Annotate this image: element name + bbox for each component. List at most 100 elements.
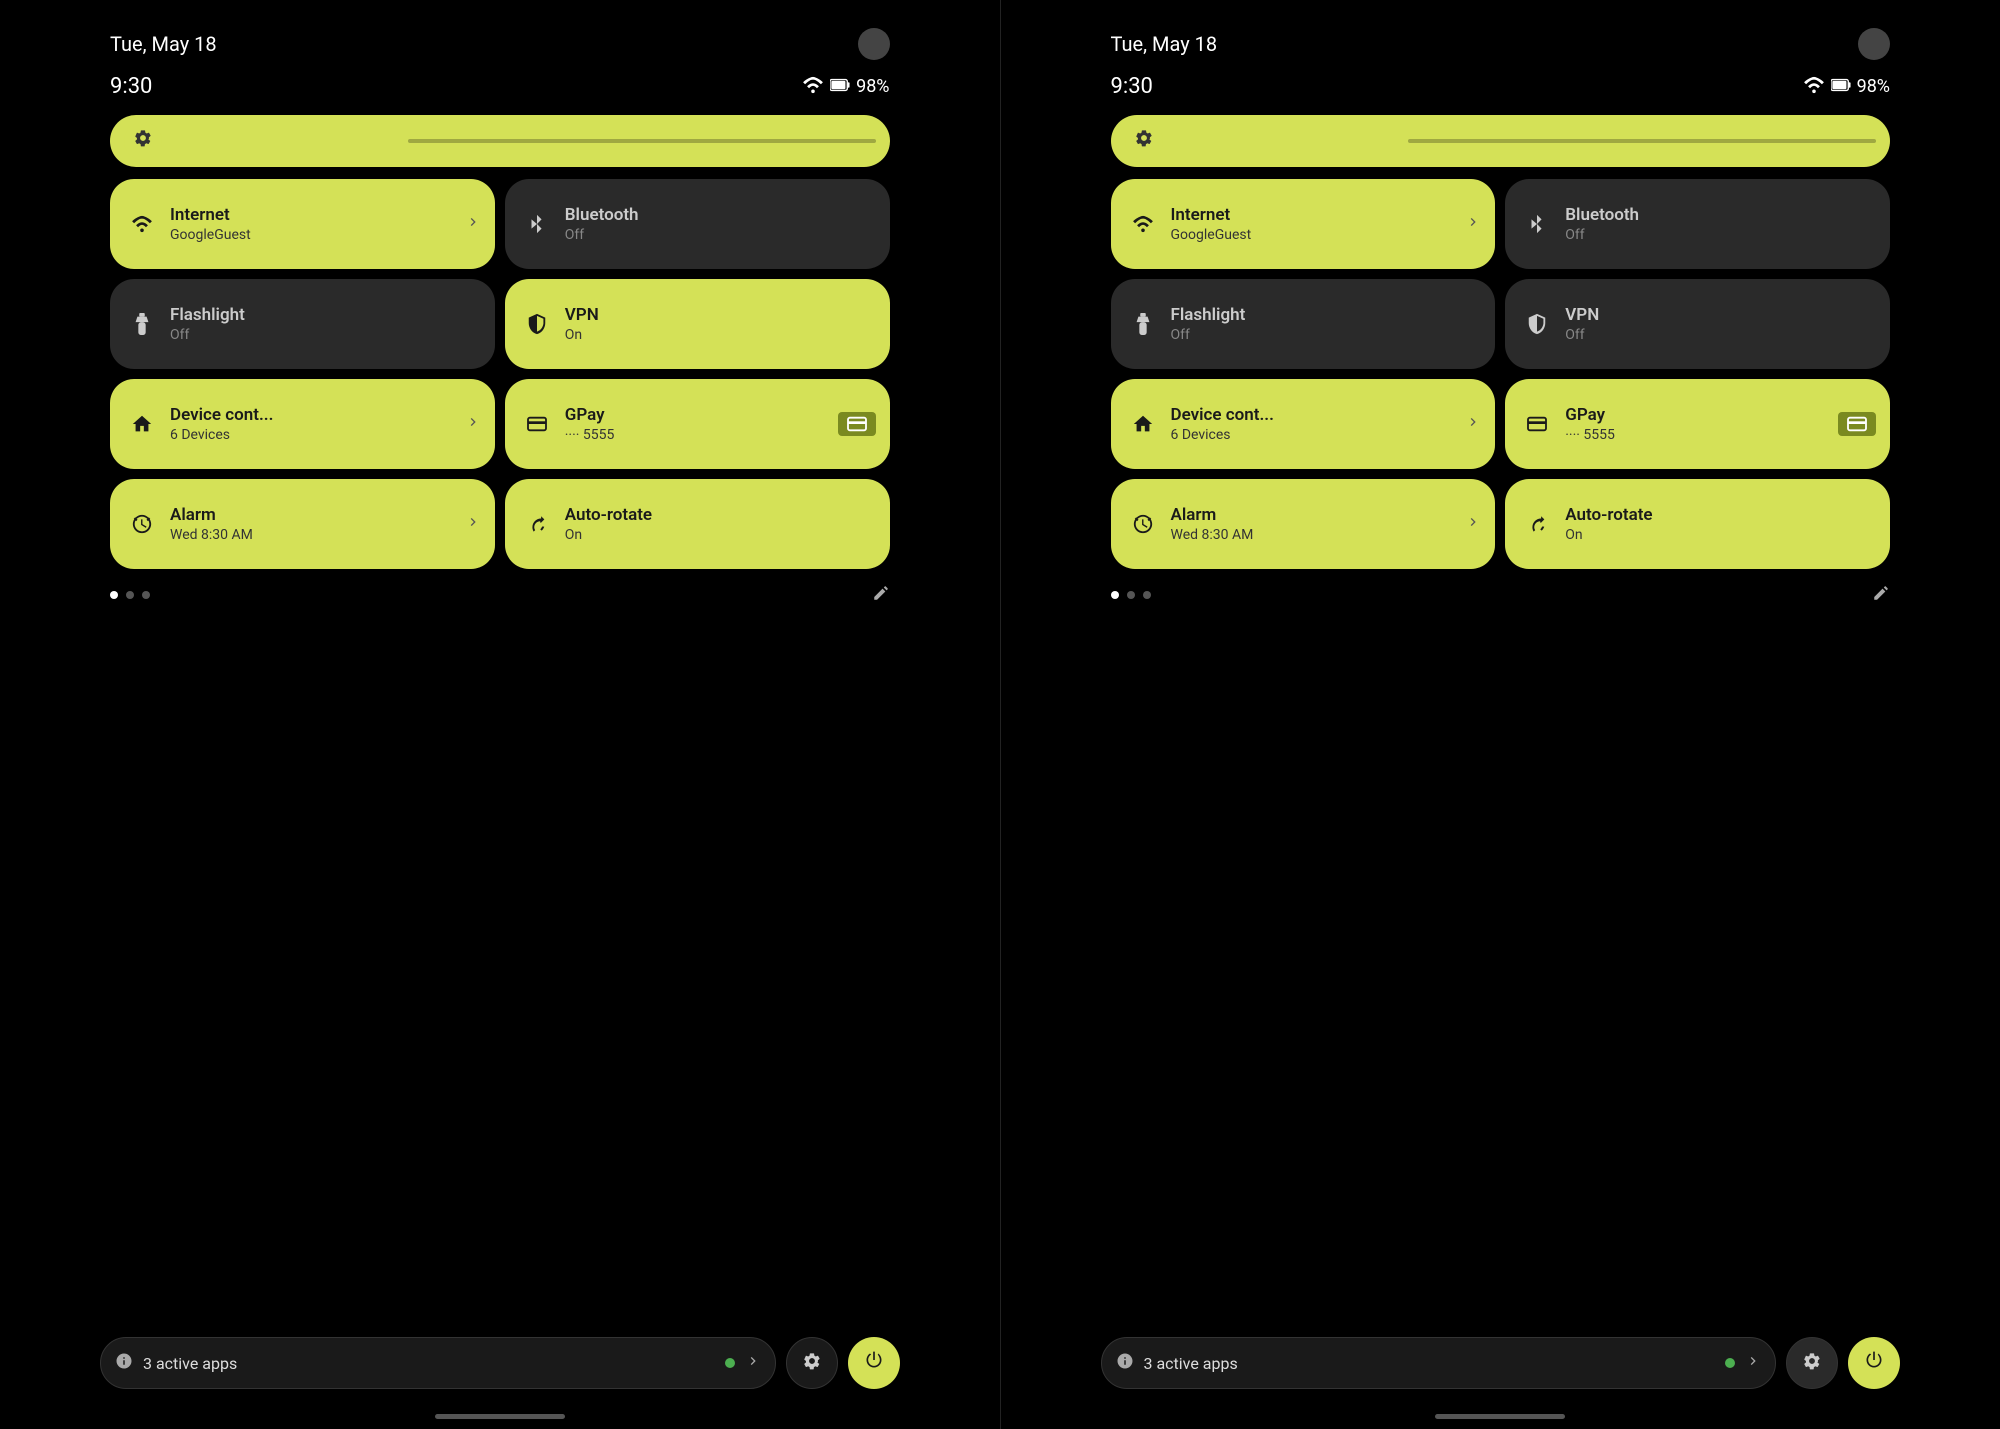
tile-bluetooth-text: BluetoothOff xyxy=(565,205,639,243)
battery-icon xyxy=(1831,76,1851,97)
tile-vpn-title: VPN xyxy=(1565,305,1599,325)
page-dots xyxy=(110,591,150,599)
edit-button[interactable] xyxy=(1872,583,1890,607)
vpn-icon xyxy=(523,313,551,335)
tile-autorotate-text: Auto-rotateOn xyxy=(565,505,652,543)
camera-pill xyxy=(858,28,890,60)
camera-pill xyxy=(1858,28,1890,60)
tile-flashlight[interactable]: FlashlightOff xyxy=(1111,279,1496,369)
tile-bluetooth[interactable]: BluetoothOff xyxy=(1505,179,1890,269)
status-date: Tue, May 18 xyxy=(1111,32,1218,56)
tile-autorotate-subtitle: On xyxy=(1565,527,1652,543)
brightness-line xyxy=(408,139,876,143)
page-dot-1[interactable] xyxy=(126,591,134,599)
status-bar: Tue, May 18 xyxy=(1101,0,1901,70)
page-dot-1[interactable] xyxy=(1127,591,1135,599)
brightness-line xyxy=(1408,139,1876,143)
flashlight-icon xyxy=(1129,313,1157,335)
tile-bluetooth-title: Bluetooth xyxy=(1565,205,1639,225)
tile-gpay-subtitle: ···· 5555 xyxy=(1565,427,1615,443)
tile-bluetooth-subtitle: Off xyxy=(565,227,639,243)
tile-gpay-subtitle: ···· 5555 xyxy=(565,427,615,443)
tile-gpay-text: GPay···· 5555 xyxy=(565,405,615,443)
brightness-icon xyxy=(133,128,153,154)
bluetooth-icon xyxy=(1523,213,1551,235)
tile-internet[interactable]: Internet GoogleGuest xyxy=(1111,179,1496,269)
autorotate-icon xyxy=(523,513,551,535)
tile-gpay[interactable]: GPay···· 5555 xyxy=(1505,379,1890,469)
active-apps-pill[interactable]: 3 active apps xyxy=(1101,1337,1777,1389)
power-icon xyxy=(864,1350,884,1376)
gpay-card-icon xyxy=(838,412,876,436)
active-apps-pill[interactable]: 3 active apps xyxy=(100,1337,776,1389)
tile-device-control-title: Device cont... xyxy=(1171,405,1274,425)
flashlight-icon xyxy=(128,313,156,335)
tile-alarm-subtitle: Wed 8:30 AM xyxy=(1171,527,1254,543)
active-apps-text: 3 active apps xyxy=(1144,1354,1716,1373)
battery-icon xyxy=(830,76,850,97)
info-icon xyxy=(115,1352,133,1375)
tile-internet-title: Internet xyxy=(1171,205,1252,225)
pill-chevron-icon xyxy=(1745,1353,1761,1373)
tile-alarm[interactable]: AlarmWed 8:30 AM xyxy=(1111,479,1496,569)
battery-percent: 98% xyxy=(1857,76,1890,97)
tile-device-control[interactable]: Device cont...6 Devices xyxy=(110,379,495,469)
time-row: 9:30 98% xyxy=(100,70,900,115)
tile-vpn-text: VPNOff xyxy=(1565,305,1599,343)
tile-vpn[interactable]: VPNOff xyxy=(1505,279,1890,369)
tile-internet-subtitle: GoogleGuest xyxy=(1171,227,1252,243)
tile-vpn-title: VPN xyxy=(565,305,599,325)
chevron-right-icon xyxy=(465,214,481,234)
status-icons: 98% xyxy=(1803,76,1890,98)
tile-gpay[interactable]: GPay···· 5555 xyxy=(505,379,890,469)
page-dot-2[interactable] xyxy=(1143,591,1151,599)
tile-vpn-text: VPNOn xyxy=(565,305,599,343)
brightness-row[interactable] xyxy=(100,115,900,179)
green-status-dot xyxy=(725,1358,735,1368)
tile-bluetooth[interactable]: BluetoothOff xyxy=(505,179,890,269)
brightness-track[interactable] xyxy=(110,115,890,167)
tile-autorotate[interactable]: Auto-rotateOn xyxy=(505,479,890,569)
power-button[interactable] xyxy=(1848,1337,1900,1389)
battery-percent: 98% xyxy=(856,76,889,97)
tile-alarm-subtitle: Wed 8:30 AM xyxy=(170,527,253,543)
dots-row xyxy=(100,569,900,621)
settings-button[interactable] xyxy=(786,1337,838,1389)
settings-button[interactable] xyxy=(1786,1337,1838,1389)
tile-device-control-subtitle: 6 Devices xyxy=(170,427,273,443)
tile-flashlight-subtitle: Off xyxy=(170,327,245,343)
tile-flashlight[interactable]: FlashlightOff xyxy=(110,279,495,369)
chevron-right-icon xyxy=(465,514,481,534)
settings-icon xyxy=(802,1351,822,1375)
page-dot-0[interactable] xyxy=(1111,591,1119,599)
brightness-row[interactable] xyxy=(1101,115,1901,179)
gpay-card-icon xyxy=(1838,412,1876,436)
status-icons: 98% xyxy=(802,76,889,98)
page-dot-0[interactable] xyxy=(110,591,118,599)
tile-alarm[interactable]: AlarmWed 8:30 AM xyxy=(110,479,495,569)
tile-autorotate[interactable]: Auto-rotateOn xyxy=(1505,479,1890,569)
brightness-thumb xyxy=(1125,122,1163,160)
tile-alarm-text: AlarmWed 8:30 AM xyxy=(1171,505,1254,543)
power-button[interactable] xyxy=(848,1337,900,1389)
edit-button[interactable] xyxy=(872,583,890,607)
tile-flashlight-text: FlashlightOff xyxy=(1171,305,1246,343)
phone-screen-1: Tue, May 18 9:30 98% Internet GoogleGuest B… xyxy=(1001,0,2000,1429)
tile-vpn[interactable]: VPNOn xyxy=(505,279,890,369)
tile-internet-text: InternetGoogleGuest xyxy=(170,205,251,243)
tile-internet[interactable]: InternetGoogleGuest xyxy=(110,179,495,269)
tile-device-control-text: Device cont...6 Devices xyxy=(170,405,273,443)
wifi-status-icon xyxy=(1803,76,1825,98)
page-dot-2[interactable] xyxy=(142,591,150,599)
brightness-track[interactable] xyxy=(1111,115,1891,167)
status-time: 9:30 xyxy=(1111,74,1153,99)
tile-device-control-text: Device cont... 6 Devices xyxy=(1171,405,1274,443)
tile-device-control[interactable]: Device cont... 6 Devices xyxy=(1111,379,1496,469)
home-icon xyxy=(1129,413,1157,435)
bottom-bar: 3 active apps xyxy=(1101,1337,1901,1389)
tile-flashlight-text: FlashlightOff xyxy=(170,305,245,343)
tile-gpay-text: GPay···· 5555 xyxy=(1565,405,1615,443)
home-indicator xyxy=(1435,1414,1565,1419)
tile-device-control-subtitle: 6 Devices xyxy=(1171,427,1274,443)
power-icon xyxy=(1864,1350,1884,1376)
